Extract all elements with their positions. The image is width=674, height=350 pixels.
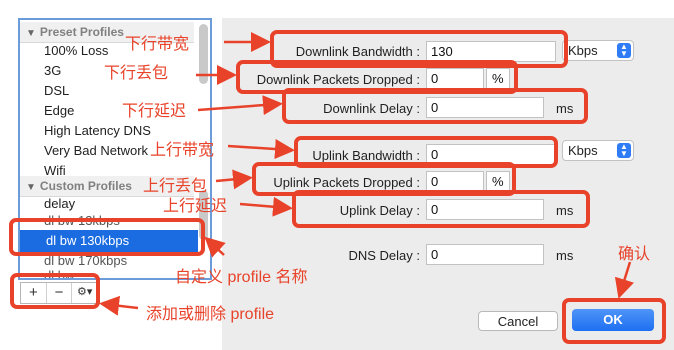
list-item[interactable]: Very Bad Network: [44, 143, 148, 158]
highlight-downlink-delay: [282, 88, 588, 124]
list-item[interactable]: Edge: [44, 103, 74, 118]
dns-delay-unit: ms: [556, 248, 574, 263]
annotation-downlink-drop: 下行丢包: [104, 65, 169, 82]
annotation-profile-name: 自定义 profile 名称: [175, 269, 308, 286]
list-item[interactable]: High Latency DNS: [44, 123, 151, 138]
annotation-uplink-delay: 上行延迟: [163, 198, 228, 215]
annotation-confirm: 确认: [618, 246, 651, 263]
chevron-updown-icon: ▲ ▼: [617, 143, 631, 158]
downlink-bandwidth-unit-select[interactable]: Kbps ▲ ▼: [562, 40, 634, 61]
collapse-triangle-icon[interactable]: ▼: [26, 28, 36, 39]
annotation-uplink-bandwidth: 上行带宽: [150, 142, 215, 159]
list-item[interactable]: 3G: [44, 63, 61, 78]
highlight-ok: [562, 298, 666, 344]
list-item[interactable]: delay: [44, 196, 75, 211]
annotation-downlink-delay: 下行延迟: [122, 103, 187, 120]
dns-delay-input[interactable]: 0: [426, 244, 544, 265]
annotation-add-remove: 添加或删除 profile: [146, 306, 275, 323]
uplink-bandwidth-unit-select[interactable]: Kbps ▲ ▼: [562, 140, 634, 161]
scrollbar-thumb[interactable]: [199, 24, 208, 84]
cancel-button[interactable]: Cancel: [478, 311, 558, 331]
highlight-uplink-delay: [292, 190, 590, 228]
dns-delay-label: DNS Delay :: [348, 248, 420, 263]
list-item[interactable]: 100% Loss: [44, 43, 108, 58]
annotation-downlink-bandwidth: 下行带宽: [125, 36, 190, 53]
collapse-triangle-icon[interactable]: ▼: [26, 182, 36, 193]
list-item[interactable]: DSL: [44, 83, 69, 98]
chevron-updown-icon: ▲ ▼: [617, 43, 631, 58]
highlight-profile-name: [9, 218, 205, 256]
highlight-add-remove: [10, 273, 100, 309]
